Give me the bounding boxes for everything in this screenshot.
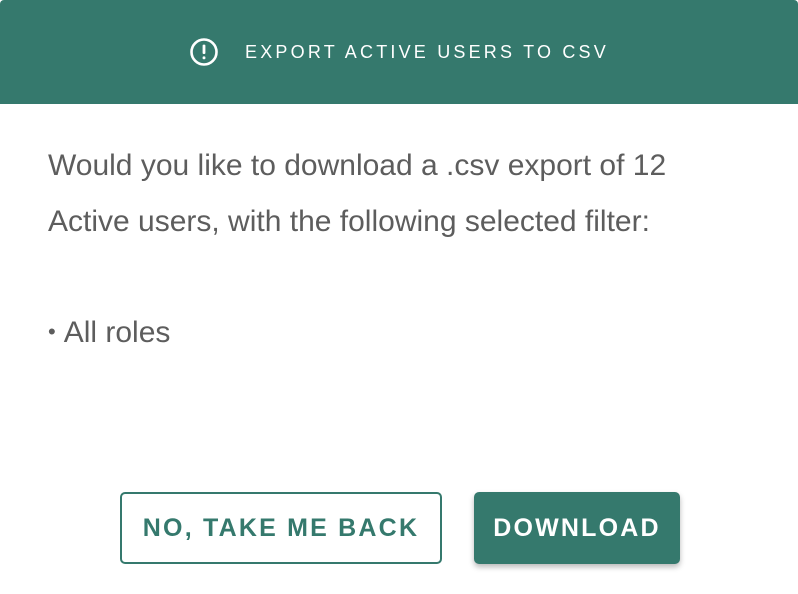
download-button[interactable]: DOWNLOAD — [474, 492, 680, 564]
dialog-title: EXPORT ACTIVE USERS TO CSV — [245, 41, 609, 62]
alert-circle-icon — [189, 37, 219, 67]
message-line-1: Would you like to download a .csv export… — [48, 149, 667, 182]
filter-item: • All roles — [48, 304, 170, 361]
filter-list: • All roles — [48, 304, 170, 361]
filter-label: All roles — [63, 316, 171, 349]
dialog-message: Would you like to download a .csv export… — [48, 138, 748, 250]
dialog-header: EXPORT ACTIVE USERS TO CSV — [0, 0, 798, 104]
cancel-button[interactable]: NO, TAKE ME BACK — [120, 492, 442, 564]
message-line-2: Active users, with the following selecte… — [48, 205, 650, 238]
bullet-icon: • — [48, 319, 56, 344]
export-dialog: EXPORT ACTIVE USERS TO CSV Would you lik… — [0, 0, 798, 594]
